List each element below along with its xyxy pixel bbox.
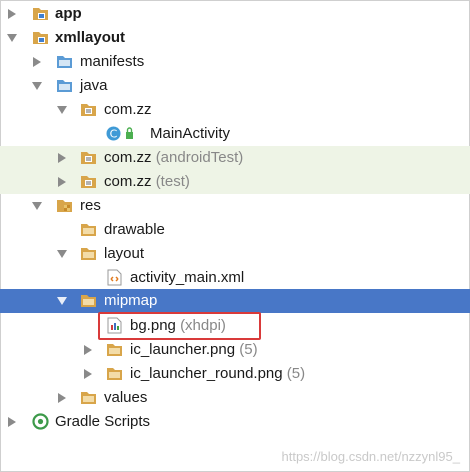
tree-row-label: res: [80, 197, 101, 214]
tree-row-package-main[interactable]: com.zz: [0, 98, 470, 122]
tree-row-label: ic_launcher.png: [130, 341, 236, 358]
package-folder-icon: [81, 152, 96, 164]
collapse-arrow-icon[interactable]: [32, 202, 42, 210]
tree-row-gradle-scripts[interactable]: Gradle Scripts: [0, 410, 470, 434]
tree-row-values[interactable]: values: [0, 386, 470, 410]
collapse-arrow-icon[interactable]: [57, 250, 67, 258]
source-folder-icon: [57, 80, 72, 92]
tree-row-label: com.zz: [104, 149, 152, 166]
folder-icon: [81, 224, 96, 236]
tree-row-label: com.zz: [104, 173, 152, 190]
class-icon: C: [106, 126, 133, 141]
highlight-box: [98, 312, 261, 340]
tree-row-label: drawable: [104, 221, 165, 238]
expand-arrow-icon[interactable]: [58, 177, 66, 187]
module-folder-icon: [33, 8, 48, 20]
expand-arrow-icon[interactable]: [8, 9, 16, 19]
folder-icon: [107, 368, 122, 380]
folder-icon: [81, 392, 96, 404]
resource-folder-icon: [57, 200, 72, 212]
tree-row-mainactivity[interactable]: C MainActivity: [0, 122, 470, 146]
tree-row-package-androidtest[interactable]: com.zz (androidTest): [0, 146, 470, 170]
tree-row-label: MainActivity: [150, 125, 231, 142]
tree-row-activity-main-xml[interactable]: activity_main.xml: [0, 266, 470, 290]
tree-row-label: ic_launcher_round.png: [130, 365, 283, 382]
module-folder-icon: [33, 32, 48, 44]
expand-arrow-icon[interactable]: [8, 417, 16, 427]
folder-icon: [107, 344, 122, 356]
package-folder-icon: [81, 104, 96, 116]
tree-row-label: java: [80, 77, 108, 94]
tree-row-label: layout: [104, 245, 145, 262]
expand-arrow-icon[interactable]: [58, 153, 66, 163]
tree-row-xmllayout[interactable]: xmllayout: [0, 26, 470, 50]
tree-row-java[interactable]: java: [0, 74, 470, 98]
collapse-arrow-icon[interactable]: [32, 82, 42, 90]
tree-row-suffix: (test): [155, 173, 190, 190]
tree-row-ic-launcher-round[interactable]: ic_launcher_round.png (5): [0, 362, 470, 386]
tree-row-app[interactable]: app: [0, 2, 470, 26]
gradle-icon: [32, 413, 49, 430]
folder-icon: [81, 295, 96, 307]
package-folder-icon: [81, 176, 96, 188]
expand-arrow-icon[interactable]: [84, 369, 92, 379]
tree-row-suffix: (5): [286, 365, 306, 382]
tree-row-res[interactable]: res: [0, 194, 470, 218]
tree-row-label: values: [104, 389, 148, 406]
tree-row-mipmap[interactable]: mipmap: [0, 289, 470, 313]
tree-row-suffix: (5): [239, 341, 258, 358]
tree-row-manifests[interactable]: manifests: [0, 50, 470, 74]
tree-row-drawable[interactable]: drawable: [0, 218, 470, 242]
tree-row-label: activity_main.xml: [130, 269, 245, 286]
tree-row-label: com.zz: [104, 101, 152, 118]
tree-row-layout[interactable]: layout: [0, 242, 470, 266]
svg-text:C: C: [110, 128, 118, 141]
expand-arrow-icon[interactable]: [84, 345, 92, 355]
tree-row-label: app: [55, 5, 82, 22]
collapse-arrow-icon[interactable]: [57, 297, 67, 305]
tree-row-package-test[interactable]: com.zz (test): [0, 170, 470, 194]
tree-row-label: manifests: [80, 53, 145, 70]
tree-row-label: Gradle Scripts: [55, 413, 151, 430]
collapse-arrow-icon[interactable]: [57, 106, 67, 114]
tree-row-suffix: (androidTest): [155, 149, 244, 166]
tree-row-label: mipmap: [104, 292, 158, 309]
expand-arrow-icon[interactable]: [33, 57, 41, 67]
expand-arrow-icon[interactable]: [58, 393, 66, 403]
folder-icon: [81, 248, 96, 260]
tree-row-ic-launcher[interactable]: ic_launcher.png (5): [0, 338, 470, 362]
watermark-text: https://blog.csdn.net/nzzynl95_: [281, 449, 460, 464]
folder-icon: [57, 56, 72, 68]
xml-file-icon: [107, 269, 122, 286]
tree-row-label: xmllayout: [55, 29, 126, 46]
collapse-arrow-icon[interactable]: [7, 34, 17, 42]
